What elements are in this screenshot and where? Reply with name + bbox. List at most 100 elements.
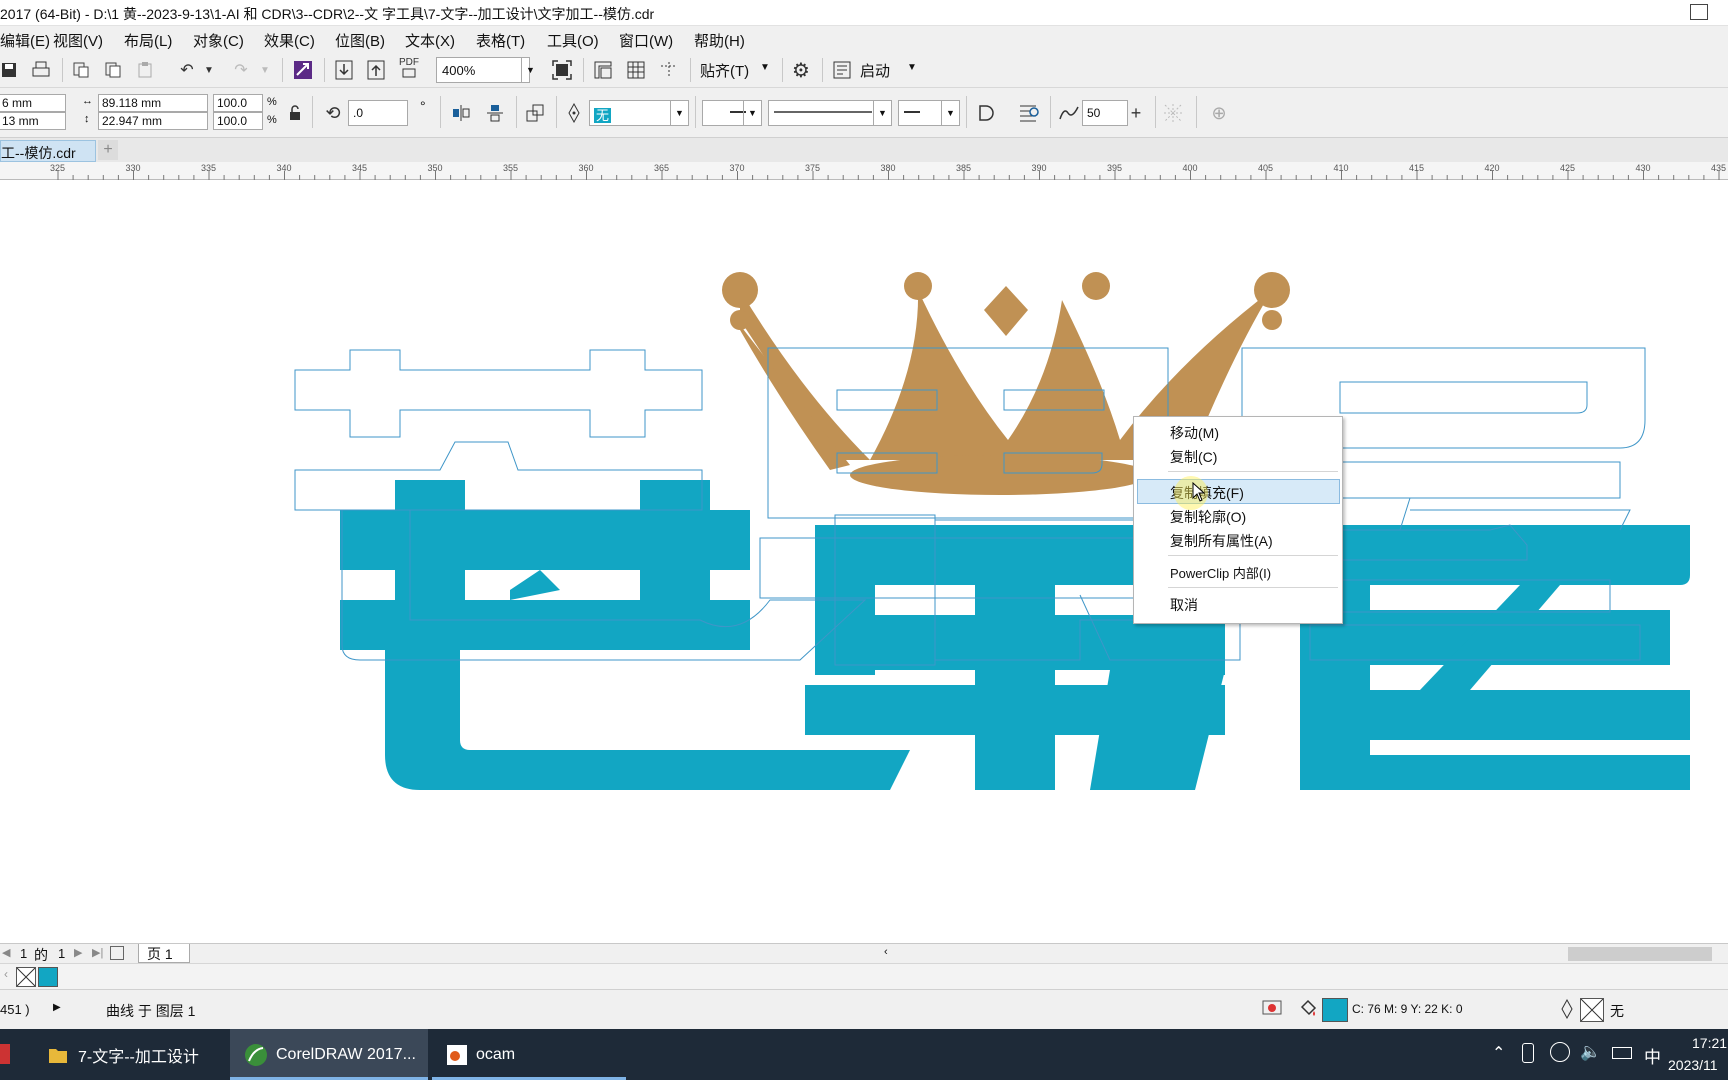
zoom-level-field[interactable]: 400% — [436, 57, 530, 83]
fill-dropdown-icon[interactable]: ▼ — [670, 101, 688, 125]
menu-help[interactable]: 帮助(H) — [694, 30, 745, 51]
last-page-icon[interactable]: ▶| — [92, 946, 103, 959]
cut-icon[interactable] — [68, 57, 94, 83]
artwork[interactable] — [0, 180, 1728, 943]
zoom-dropdown-icon[interactable]: ▼ — [521, 58, 539, 82]
pdf-export-icon[interactable]: PDF — [396, 55, 422, 81]
menu-tools[interactable]: 工具(O) — [547, 30, 599, 51]
clock-time[interactable]: 17:21 — [1692, 1035, 1727, 1051]
mirror-horizontal-icon[interactable] — [448, 100, 474, 126]
size-object-icon[interactable] — [522, 100, 548, 126]
volume-icon[interactable]: 🔈 — [1580, 1042, 1601, 1062]
paste-icon[interactable] — [132, 57, 158, 83]
add-preset-icon[interactable]: ⊕ — [1206, 100, 1232, 126]
page-tab[interactable]: 页 1 — [138, 944, 190, 963]
show-guidelines-icon[interactable] — [656, 57, 682, 83]
full-screen-icon[interactable] — [549, 57, 575, 83]
menu-table[interactable]: 表格(T) — [476, 30, 525, 51]
width-field[interactable]: 89.118 mm — [98, 94, 208, 112]
scroll-left-icon[interactable]: ‹ — [884, 946, 888, 958]
clock-date[interactable]: 2023/11 — [1668, 1057, 1718, 1073]
status-expand-icon[interactable]: ▶ — [53, 1002, 61, 1013]
scale-y-field[interactable]: 100.0 — [213, 112, 263, 130]
fill-color-indicator[interactable] — [1322, 998, 1348, 1022]
gear-icon[interactable]: ⚙ — [788, 57, 814, 83]
y-position-field[interactable]: 13 mm — [0, 112, 66, 130]
menu-item-copy-outline[interactable]: 复制轮廓(O) — [1170, 507, 1246, 527]
slider-plus-icon[interactable]: + — [1123, 100, 1149, 126]
teal-text-graphic[interactable] — [340, 480, 1690, 790]
tray-expand-icon[interactable]: ⌃ — [1492, 1043, 1505, 1063]
wrap-text-icon[interactable] — [1016, 100, 1042, 126]
show-rulers-icon[interactable] — [590, 57, 616, 83]
window-title: 2017 (64-Bit) - D:\1 黄--2023-9-13\1-AI 和… — [0, 6, 655, 22]
network-globe-icon[interactable] — [1550, 1042, 1570, 1062]
line-style-dropdown-icon[interactable]: ▼ — [873, 101, 891, 125]
color-proof-icon[interactable] — [1262, 1000, 1282, 1018]
menu-layout[interactable]: 布局(L) — [124, 30, 172, 51]
redo-icon[interactable]: ↷ — [228, 57, 254, 83]
add-page-icon[interactable] — [110, 946, 124, 960]
import-search-icon[interactable] — [290, 57, 316, 83]
undo-dropdown-icon[interactable]: ▼ — [196, 57, 222, 83]
menu-bitmaps[interactable]: 位图(B) — [335, 30, 385, 51]
height-field[interactable]: 22.947 mm — [98, 112, 208, 130]
menu-item-powerclip-inside[interactable]: PowerClip 内部(I) — [1170, 563, 1271, 582]
menu-window[interactable]: 窗口(W) — [619, 30, 673, 51]
rotation-field[interactable]: .0 — [348, 100, 408, 126]
tab-document[interactable]: 工--模仿.cdr — [0, 140, 96, 162]
outline-pen-status-icon[interactable] — [1560, 998, 1574, 1020]
first-page-icon[interactable]: ◀ — [2, 946, 10, 959]
fill-bucket-icon[interactable] — [1298, 999, 1318, 1019]
save-icon[interactable] — [0, 57, 22, 83]
menu-edit[interactable]: 编辑(E) — [0, 30, 50, 51]
close-curve-icon[interactable] — [974, 100, 1000, 126]
horizontal-scrollbar-thumb[interactable] — [1568, 947, 1712, 961]
launch-app-icon[interactable] — [829, 57, 855, 83]
menu-view[interactable]: 视图(V) — [53, 30, 103, 51]
outline-none-indicator[interactable] — [1580, 998, 1604, 1022]
import-icon[interactable] — [331, 57, 357, 83]
menu-item-move[interactable]: 移动(M) — [1170, 423, 1219, 443]
launch-dropdown-icon[interactable]: ▼ — [907, 62, 917, 73]
horizontal-ruler[interactable]: 325 330 335 340 345 350 355 360 365 370 375 380 385 3… — [0, 162, 1728, 180]
export-icon[interactable] — [363, 57, 389, 83]
battery-icon[interactable] — [1612, 1047, 1632, 1059]
print-icon[interactable] — [28, 57, 54, 83]
smoothing-field[interactable]: 50 — [1082, 100, 1128, 126]
menu-object[interactable]: 对象(C) — [193, 30, 244, 51]
x-position-field[interactable]: 6 mm — [0, 94, 66, 112]
mirror-vertical-icon[interactable] — [482, 100, 508, 126]
show-grid-icon[interactable] — [623, 57, 649, 83]
no-color-swatch[interactable] — [16, 967, 36, 987]
current-page-number[interactable]: 1 — [20, 946, 27, 961]
menu-item-cancel[interactable]: 取消 — [1170, 595, 1198, 615]
copy-icon[interactable] — [100, 57, 126, 83]
next-page-icon[interactable]: ▶ — [74, 946, 82, 959]
taskbar-item-folder[interactable]: 7-文字--加工设计 — [34, 1029, 228, 1080]
palette-scroll-icon[interactable]: ‹ — [4, 967, 8, 981]
drawing-canvas[interactable]: 移动(M) 复制(C) 复制填充(F) 复制轮廓(O) 复制所有属性(A) Po… — [0, 180, 1728, 943]
snap-dropdown-icon[interactable]: ▼ — [760, 62, 770, 73]
menu-item-copy-all-properties[interactable]: 复制所有属性(A) — [1170, 531, 1273, 551]
menu-effects[interactable]: 效果(C) — [264, 30, 315, 51]
launch-dropdown[interactable]: 启动 — [860, 60, 890, 81]
outline-pen-icon[interactable] — [561, 100, 587, 126]
scale-x-field[interactable]: 100.0 — [213, 94, 263, 112]
menu-item-copy[interactable]: 复制(C) — [1170, 447, 1217, 467]
lock-ratio-icon[interactable] — [282, 100, 308, 126]
reduce-nodes-icon[interactable] — [1160, 100, 1186, 126]
usb-icon[interactable] — [1522, 1043, 1534, 1063]
taskbar-item-ocam[interactable]: ocam — [432, 1029, 626, 1080]
taskbar-item-coreldraw[interactable]: CorelDRAW 2017... — [230, 1029, 428, 1080]
user-icon[interactable] — [1690, 4, 1708, 20]
start-arrow-dropdown-icon[interactable]: ▼ — [743, 101, 761, 125]
input-method[interactable]: 中 — [1644, 1043, 1661, 1068]
menu-text[interactable]: 文本(X) — [405, 30, 455, 51]
teal-color-swatch[interactable] — [38, 967, 58, 987]
new-tab-icon[interactable]: + — [98, 140, 118, 160]
redo-dropdown-icon[interactable]: ▼ — [252, 57, 278, 83]
snap-to-dropdown[interactable]: 贴齐(T) — [700, 60, 749, 81]
app-icon-red[interactable] — [0, 1044, 10, 1064]
end-arrow-dropdown-icon[interactable]: ▼ — [941, 101, 959, 125]
